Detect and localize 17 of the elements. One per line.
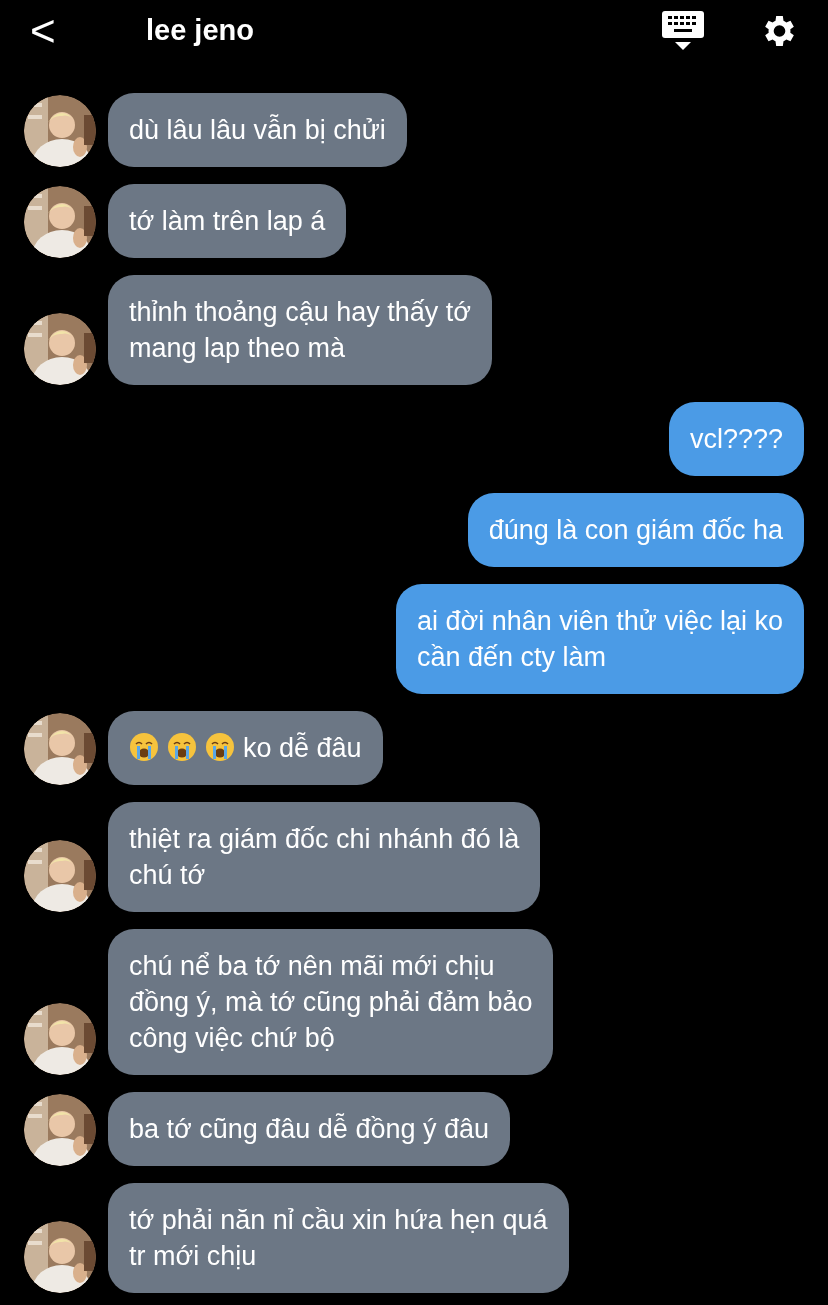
crying-face-icon [129, 732, 159, 762]
received-message-bubble: thiệt ra giám đốc chi nhánh đó là chú tớ [108, 802, 541, 912]
sent-message-bubble: ai đời nhân viên thử việc lại ko cần đến cty làm [396, 584, 804, 694]
received-message-bubble: ba tớ cũng đâu dễ đồng ý đâu [108, 1092, 510, 1166]
received-message-bubble: chú nể ba tớ nên mãi mới chịu đồng ý, mà tớ cũng phải đảm bảo công việc chứ bộ [108, 929, 554, 1075]
message-text: ko dễ đâu [243, 733, 362, 763]
received-message-bubble: dù lâu lâu vẫn bị chửi [108, 93, 407, 167]
crying-face-icon [167, 732, 197, 762]
crying-face-icon [205, 732, 235, 762]
back-button[interactable]: < [30, 9, 64, 53]
received-message-bubble: thỉnh thoảng cậu hay thấy tớ mang lap theo mà [108, 275, 492, 385]
sent-message-bubble: đúng là con giám đốc ha [467, 493, 804, 567]
sent-message-bubble: vcl???? [668, 402, 804, 476]
received-message-bubble: tớ làm trên lap á [108, 184, 347, 258]
received-message-bubble: tớ phải năn nỉ cầu xin hứa hẹn quá tr mới chịu [108, 1183, 569, 1293]
chat-title: lee jeno [146, 13, 254, 49]
keyboard-icon[interactable] [662, 11, 704, 51]
